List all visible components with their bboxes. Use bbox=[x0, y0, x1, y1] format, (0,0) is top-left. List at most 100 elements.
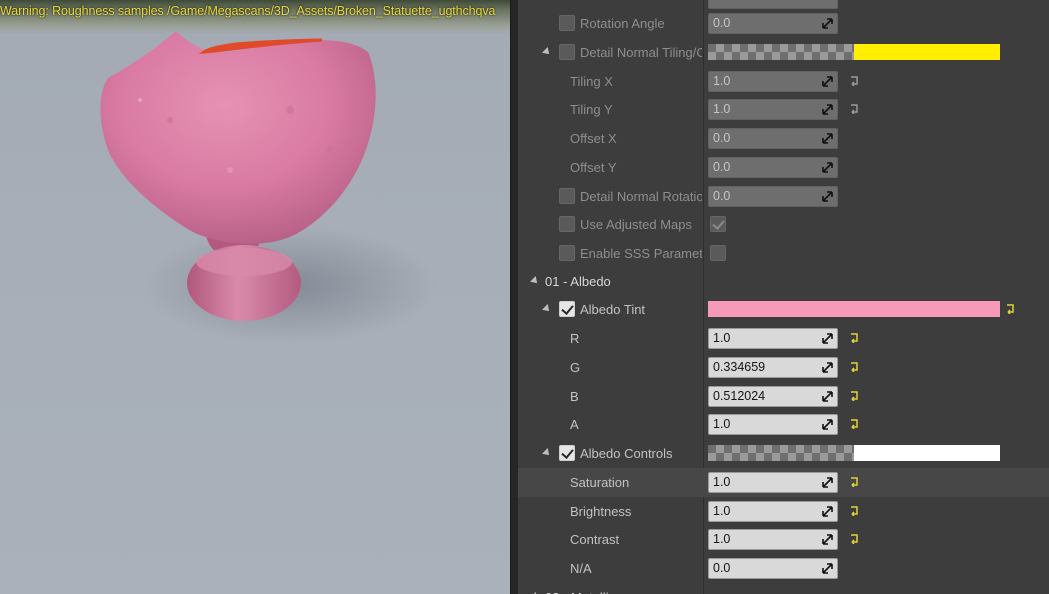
saturation-value: 1.0 bbox=[713, 475, 731, 489]
row-use-adjusted-maps: Use Adjusted Maps bbox=[518, 210, 1049, 239]
row-r: R 1.0 bbox=[518, 324, 1049, 353]
albedo-controls-checkbox[interactable] bbox=[559, 445, 575, 461]
reset-to-default-icon[interactable] bbox=[849, 390, 860, 401]
brightness-value: 1.0 bbox=[713, 504, 731, 518]
category-expand-arrow-icon[interactable] bbox=[530, 276, 540, 286]
row-saturation: Saturation 1.0 bbox=[518, 468, 1049, 497]
row-tiling-x: Tiling X 1.0 bbox=[518, 67, 1049, 96]
spin-arrows-icon[interactable] bbox=[822, 506, 833, 517]
tiling-y-label: Tiling Y bbox=[570, 102, 613, 117]
saturation-input[interactable]: 1.0 bbox=[708, 472, 838, 493]
albedo-controls-alpha-preview[interactable] bbox=[708, 445, 854, 461]
spin-arrows-icon[interactable] bbox=[822, 104, 833, 115]
detail-normal-tiling-checkbox[interactable] bbox=[559, 44, 575, 60]
reset-to-default-icon[interactable] bbox=[849, 476, 860, 487]
reset-to-default-icon[interactable] bbox=[849, 418, 860, 429]
detail-normal-tiling-label: Detail Normal Tiling/Offset bbox=[580, 45, 702, 60]
spin-arrows-icon[interactable] bbox=[822, 191, 833, 202]
a-value: 1.0 bbox=[713, 417, 731, 431]
detail-normal-rotation-checkbox[interactable] bbox=[559, 188, 575, 204]
reset-to-default-icon[interactable] bbox=[849, 505, 860, 516]
spin-arrows-icon[interactable] bbox=[822, 563, 833, 574]
na-input[interactable]: 0.0 bbox=[708, 558, 838, 579]
reset-to-default-icon[interactable] bbox=[849, 533, 860, 544]
row-albedo-tint: Albedo Tint bbox=[518, 295, 1049, 324]
tiling-x-input[interactable]: 1.0 bbox=[708, 71, 838, 92]
reset-to-default-icon[interactable] bbox=[849, 103, 860, 114]
albedo-tint-label: Albedo Tint bbox=[580, 302, 646, 317]
spin-arrows-icon[interactable] bbox=[822, 76, 833, 87]
detail-normal-rotation-value: 0.0 bbox=[713, 189, 731, 203]
b-value: 0.512024 bbox=[713, 389, 766, 403]
panel-splitter[interactable] bbox=[510, 0, 518, 594]
offset-x-input[interactable]: 0.0 bbox=[708, 128, 838, 149]
contrast-value: 1.0 bbox=[713, 532, 731, 546]
tiling-y-input[interactable]: 1.0 bbox=[708, 99, 838, 120]
spin-arrows-icon[interactable] bbox=[822, 133, 833, 144]
checkmark-icon bbox=[561, 302, 574, 315]
spin-arrows-icon[interactable] bbox=[822, 534, 833, 545]
checkmark-icon bbox=[712, 217, 725, 230]
3d-viewport[interactable]: Warning: Roughness samples /Game/Megasca… bbox=[0, 0, 510, 594]
row-offset-x: Offset X 0.0 bbox=[518, 124, 1049, 153]
spin-arrows-icon[interactable] bbox=[822, 477, 833, 488]
g-value: 0.334659 bbox=[713, 360, 766, 374]
offset-x-label: Offset X bbox=[570, 131, 617, 146]
detail-normal-rotation-input[interactable]: 0.0 bbox=[708, 186, 838, 207]
reset-to-default-icon[interactable] bbox=[849, 332, 860, 343]
g-label: G bbox=[570, 360, 581, 375]
collapse-arrow-icon[interactable] bbox=[542, 448, 552, 458]
collapse-arrow-icon[interactable] bbox=[542, 304, 552, 314]
spin-arrows-icon[interactable] bbox=[822, 18, 833, 29]
detail-normal-tiling-alpha-preview[interactable] bbox=[708, 44, 854, 60]
contrast-input[interactable]: 1.0 bbox=[708, 529, 838, 550]
reset-to-default-icon[interactable] bbox=[1005, 303, 1016, 314]
top-clipped-field[interactable] bbox=[708, 0, 838, 9]
contrast-label: Contrast bbox=[570, 532, 620, 547]
warning-message: Warning: Roughness samples /Game/Megasca… bbox=[0, 4, 496, 18]
brightness-input[interactable]: 1.0 bbox=[708, 501, 838, 522]
row-albedo-controls: Albedo Controls bbox=[518, 439, 1049, 468]
brightness-label: Brightness bbox=[570, 504, 632, 519]
use-adjusted-maps-value-checkbox[interactable] bbox=[710, 216, 726, 232]
offset-y-value: 0.0 bbox=[713, 160, 731, 174]
category-metallic[interactable]: 02 - Metallic bbox=[518, 583, 1049, 594]
spin-arrows-icon[interactable] bbox=[822, 419, 833, 430]
row-na: N/A 0.0 bbox=[518, 554, 1049, 583]
details-panel: Rotation Angle 0.0 Detail Normal Tiling/… bbox=[518, 0, 1049, 594]
albedo-tint-checkbox[interactable] bbox=[559, 301, 575, 317]
offset-x-value: 0.0 bbox=[713, 131, 731, 145]
detail-normal-tiling-color-swatch[interactable] bbox=[854, 44, 1000, 60]
row-detail-normal-tiling: Detail Normal Tiling/Offset bbox=[518, 38, 1049, 67]
reset-to-default-icon[interactable] bbox=[849, 361, 860, 372]
rotation-angle-input[interactable]: 0.0 bbox=[708, 13, 838, 34]
metallic-category-label: 02 - Metallic bbox=[545, 583, 615, 594]
albedo-controls-color-swatch[interactable] bbox=[854, 445, 1000, 461]
tiling-y-value: 1.0 bbox=[713, 102, 731, 116]
use-adjusted-maps-label: Use Adjusted Maps bbox=[580, 217, 693, 232]
row-detail-normal-rotation: Detail Normal Rotation 0.0 bbox=[518, 182, 1049, 211]
spin-arrows-icon[interactable] bbox=[822, 391, 833, 402]
b-input[interactable]: 0.512024 bbox=[708, 386, 838, 407]
collapse-arrow-icon[interactable] bbox=[542, 47, 552, 57]
tiling-x-value: 1.0 bbox=[713, 74, 731, 88]
enable-sss-value-checkbox[interactable] bbox=[710, 245, 726, 261]
use-adjusted-maps-override-checkbox[interactable] bbox=[559, 216, 575, 232]
row-b: B 0.512024 bbox=[518, 382, 1049, 411]
b-label: B bbox=[570, 389, 579, 404]
category-albedo[interactable]: 01 - Albedo bbox=[518, 267, 1049, 296]
spin-arrows-icon[interactable] bbox=[822, 333, 833, 344]
offset-y-input[interactable]: 0.0 bbox=[708, 157, 838, 178]
rotation-angle-label: Rotation Angle bbox=[580, 16, 665, 31]
albedo-tint-color-swatch[interactable] bbox=[708, 301, 1000, 317]
reset-to-default-icon[interactable] bbox=[849, 75, 860, 86]
g-input[interactable]: 0.334659 bbox=[708, 357, 838, 378]
a-input[interactable]: 1.0 bbox=[708, 414, 838, 435]
spin-arrows-icon[interactable] bbox=[822, 162, 833, 173]
spin-arrows-icon[interactable] bbox=[822, 362, 833, 373]
r-input[interactable]: 1.0 bbox=[708, 328, 838, 349]
row-g: G 0.334659 bbox=[518, 353, 1049, 382]
offset-y-label: Offset Y bbox=[570, 160, 617, 175]
rotation-angle-checkbox[interactable] bbox=[559, 15, 575, 31]
enable-sss-override-checkbox[interactable] bbox=[559, 245, 575, 261]
